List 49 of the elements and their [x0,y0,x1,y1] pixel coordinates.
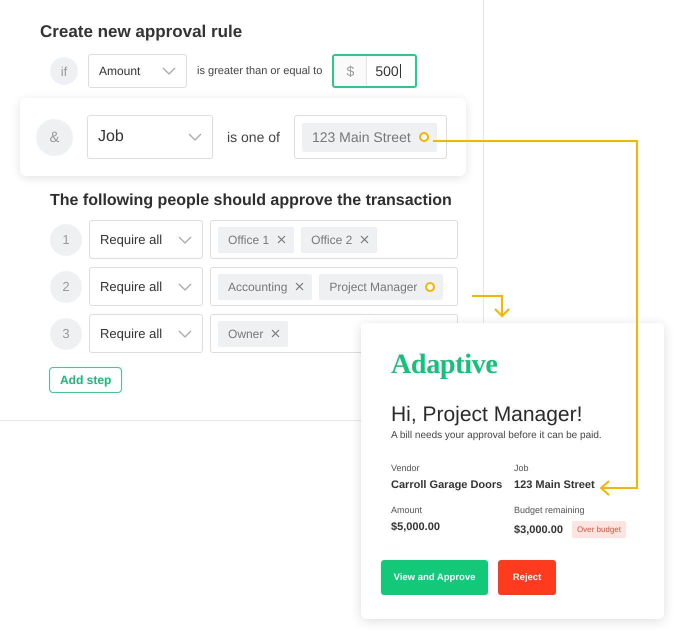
operator-label: is greater than or equal to [197,65,322,77]
field-label: Job [514,463,530,473]
amount-input[interactable]: $ 500 [332,54,418,88]
field-label: Budget remaining [514,505,586,515]
condition-prefix: & [36,118,73,156]
tag-chip: Project Manager [319,274,444,300]
reject-button[interactable]: Reject [498,560,556,595]
close-icon[interactable] [360,235,370,244]
connector-dot-icon [425,282,436,292]
close-icon[interactable] [277,235,286,244]
add-step-button[interactable]: Add step [49,367,122,393]
chevron-down-icon [178,330,192,338]
tag-chip: Office 2 [301,226,378,252]
field-value: 123 Main Street [514,479,595,491]
approvers-field[interactable]: Office 1 Office 2 [210,220,458,259]
field-value: $5,000.00 [391,521,440,533]
tag-chip: Office 1 [218,226,294,252]
status-tag: Over budget [572,521,626,538]
field-label: Amount [391,505,424,515]
values-field[interactable]: 123 Main Street [294,115,447,159]
mode-select[interactable]: Require all [89,220,203,259]
connector-dot-icon [418,132,429,142]
chevron-down-icon [188,133,202,141]
field-value: Carroll Garage Doors [391,479,502,491]
approvers-field[interactable]: Accounting Project Manager [210,267,458,306]
close-icon[interactable] [295,282,304,291]
message-text: A bill needs your approval before it can be paid. [391,430,603,441]
field-label: Vendor [391,463,421,473]
mode-select[interactable]: Require all [89,267,203,306]
approve-button[interactable]: View and Approve [381,560,488,595]
tag-chip: 123 Main Street [302,122,437,152]
step-number: 2 [50,270,82,302]
section-heading: The following people should approve the transaction [50,192,453,210]
mode-select[interactable]: Require all [89,314,203,353]
chevron-down-icon [178,282,192,290]
field-select[interactable]: Job [87,115,213,159]
field-select[interactable]: Amount [88,54,187,88]
step-number: 1 [50,224,82,256]
step-number: 3 [50,318,82,350]
greeting: Hi, Project Manager! [391,403,584,427]
chevron-down-icon [162,67,176,75]
panel-title: Create new approval rule [40,22,244,42]
field-value: $3,000.00 [514,524,563,536]
close-icon[interactable] [271,329,280,338]
tag-chip: Owner [218,320,288,346]
operator-label: is one of [227,129,280,145]
tag-chip: Accounting [218,274,312,300]
chevron-down-icon [178,236,192,244]
condition-prefix: if [50,57,78,85]
